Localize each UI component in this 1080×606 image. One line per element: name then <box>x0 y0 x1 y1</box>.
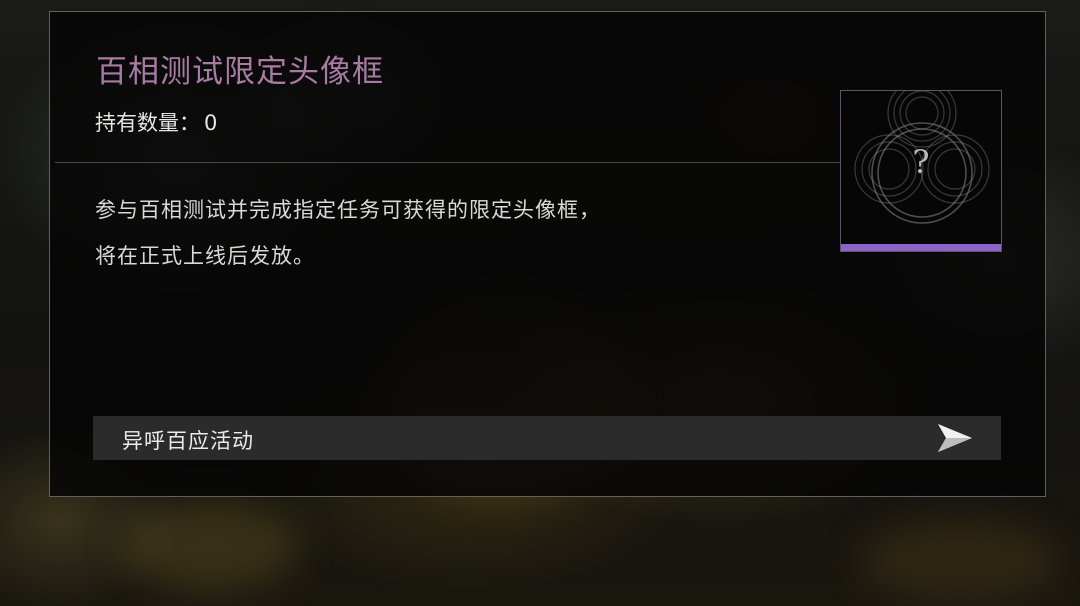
unknown-icon: ? <box>912 143 930 181</box>
source-activity-button[interactable]: 异呼百应活动 <box>93 416 1001 460</box>
divider <box>55 162 840 163</box>
arrow-right-icon <box>938 424 972 452</box>
item-description: 参与百相测试并完成指定任务可获得的限定头像框， 将在正式上线后发放。 <box>95 187 601 279</box>
owned-count: 持有数量： 0 <box>95 107 217 137</box>
source-activity-label: 异呼百应活动 <box>122 429 254 453</box>
item-detail-panel: 百相测试限定头像框 持有数量： 0 参与百相测试并完成指定任务可获得的限定头像框，… <box>49 11 1046 497</box>
avatar-frame-preview[interactable]: ? <box>840 90 1002 252</box>
description-line: 参与百相测试并完成指定任务可获得的限定头像框， <box>95 198 601 222</box>
description-line: 将在正式上线后发放。 <box>95 244 315 268</box>
rarity-bar <box>841 244 1001 251</box>
owned-count-value: 0 <box>204 111 218 135</box>
item-title: 百相测试限定头像框 <box>96 54 384 90</box>
owned-count-label: 持有数量： <box>95 111 200 135</box>
